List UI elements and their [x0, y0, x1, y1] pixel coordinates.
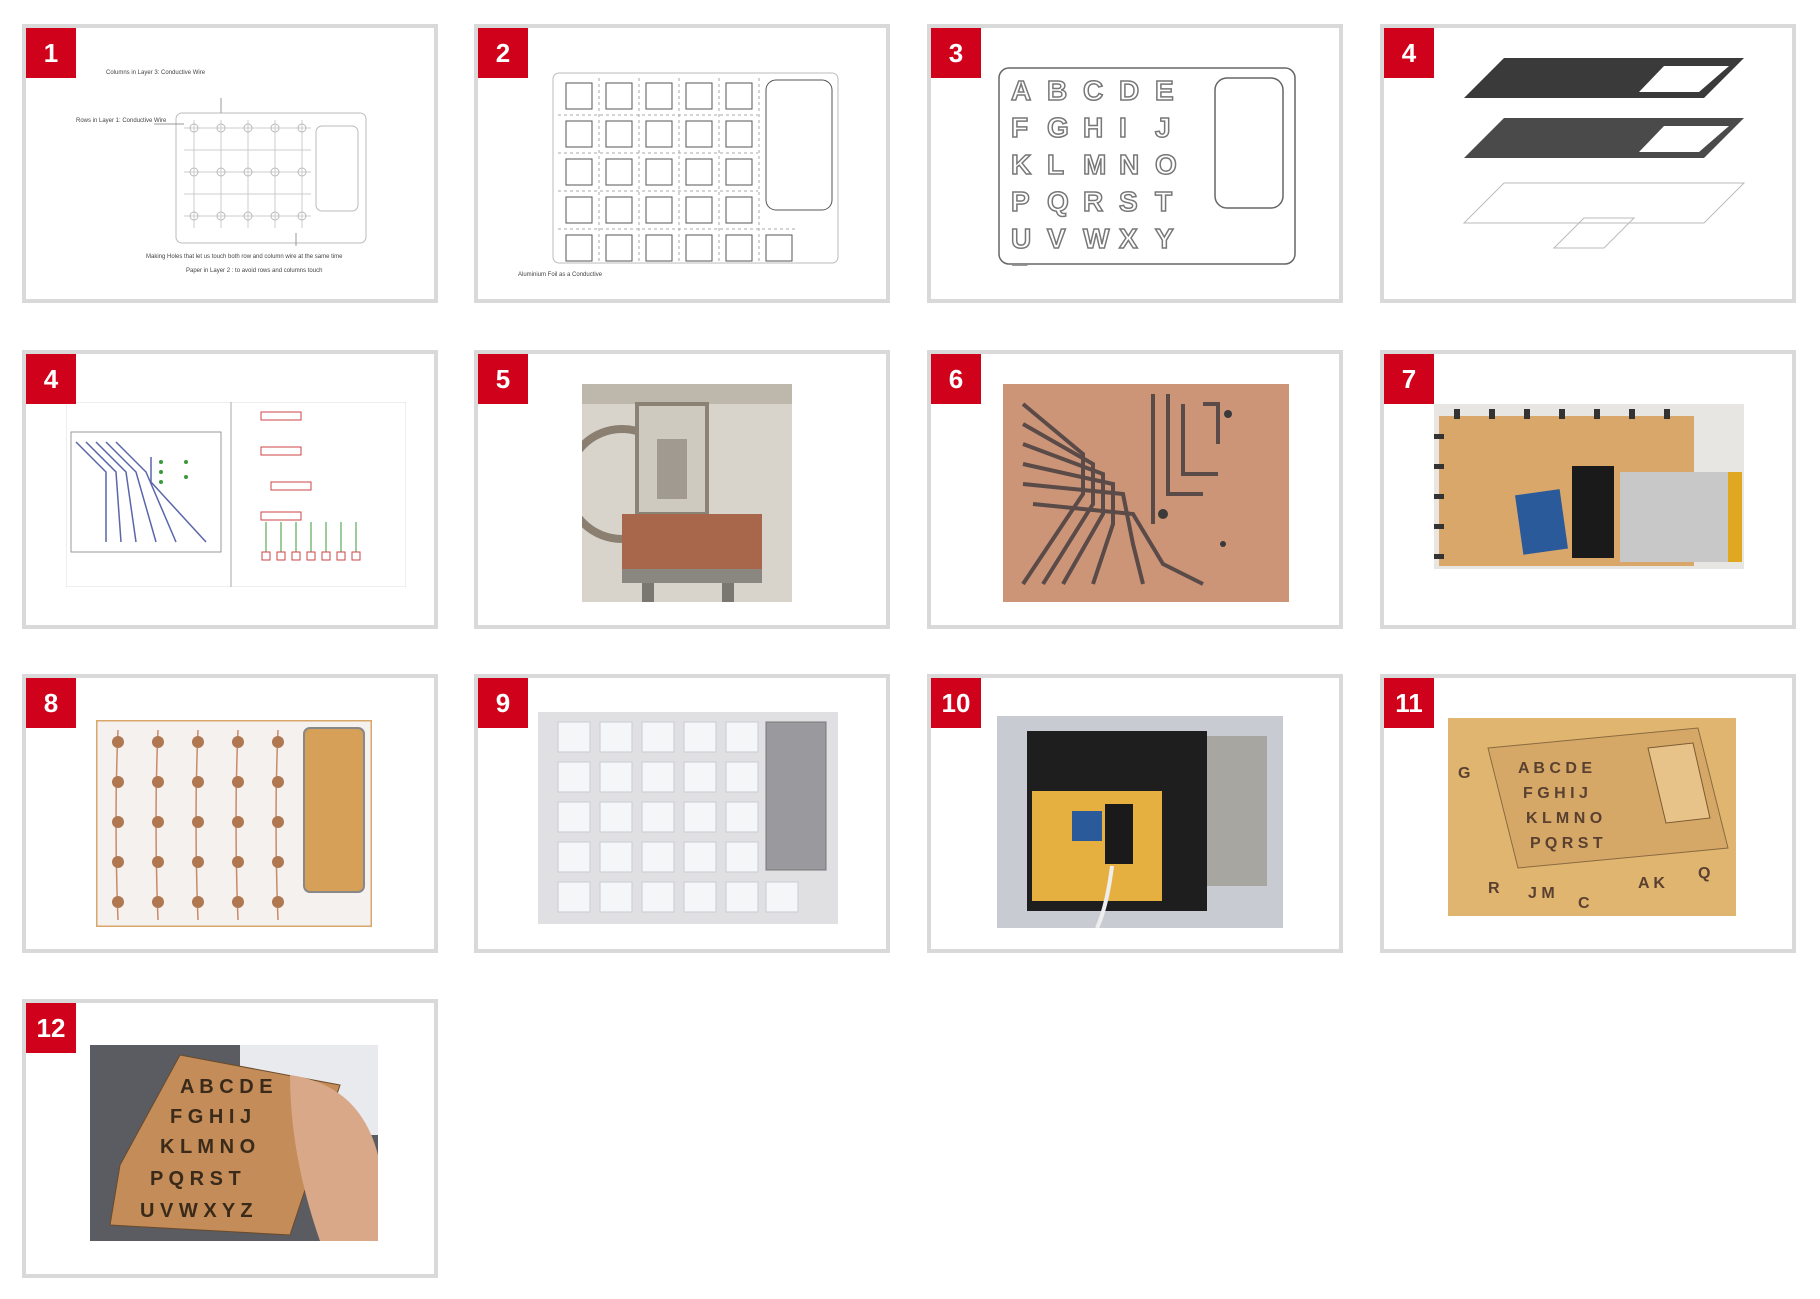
taped-assembly-photo — [997, 716, 1283, 928]
columns-annotation: Columns in Layer 3: Conductive Wire — [106, 70, 206, 76]
step-card-11[interactable]: 11 A B C D E F G H I J K L M N O P Q R S T … — [1380, 674, 1796, 953]
step-number-badge: 4 — [1384, 28, 1434, 78]
stencil-letter: H — [1083, 112, 1103, 143]
step-number-badge: 9 — [478, 678, 528, 728]
stencil-letter: R — [1083, 186, 1103, 217]
step-number-badge: 3 — [931, 28, 981, 78]
step-number-badge: 2 — [478, 28, 528, 78]
stencil-letter: P — [1011, 186, 1030, 217]
rows-annotation: Rows in Layer 1: Conductive Wire — [76, 118, 167, 124]
svg-text:Aluminium Foil as a Conductive: Aluminium Foil as a Conductive — [518, 272, 603, 278]
step-card-9[interactable]: 9 — [474, 674, 890, 953]
stencil-letter: B — [1047, 75, 1067, 106]
stencil-letter: E — [1155, 75, 1174, 106]
stencil-letter: O — [1155, 149, 1177, 180]
step-number-badge: 11 — [1384, 678, 1434, 728]
step-thumbnail-grid: 1 Columns in Layer 3: Conductive Wire Ro… — [0, 0, 1820, 1299]
stencil-letter: L — [1047, 149, 1064, 180]
step-card-7[interactable]: 7 — [1380, 350, 1796, 629]
stencil-letter: S — [1119, 186, 1138, 217]
lasercut-letters-photo: A B C D E F G H I J K L M N O P Q R S T R J … — [1448, 718, 1736, 916]
step-card-6[interactable]: 6 — [927, 350, 1343, 629]
step-card-2[interactable]: 2 Aluminium Foil as a Conductive — [474, 24, 890, 303]
paper-annotation: Paper in Layer 2 : to avoid rows and col… — [186, 268, 322, 274]
svg-text:A B C D E: A B C D E — [180, 1076, 273, 1098]
svg-text:P Q R S T: P Q R S T — [1530, 835, 1603, 852]
stencil-letter: W — [1083, 223, 1110, 254]
svg-text:G: G — [1458, 765, 1470, 782]
holes-annotation: Making Holes that let us touch both row … — [146, 254, 343, 260]
stencil-letter: Q — [1047, 186, 1069, 217]
step-card-4-exploded[interactable]: 4 — [1380, 24, 1796, 303]
letter-stencil-image: ABCDE FGHIJ KLMNO PQRST UVWXY Z — [998, 67, 1296, 266]
stencil-letter: Y — [1155, 223, 1174, 254]
stencil-letter: T — [1155, 186, 1172, 217]
svg-text:F G H I J: F G H I J — [170, 1106, 251, 1128]
step-card-5[interactable]: 5 — [474, 350, 890, 629]
stencil-letter: X — [1119, 223, 1138, 254]
step-card-1[interactable]: 1 Columns in Layer 3: Conductive Wire Ro… — [22, 24, 438, 303]
svg-text:J M: J M — [1528, 885, 1555, 902]
svg-text:C: C — [1578, 895, 1590, 912]
stencil-letter: J — [1155, 112, 1171, 143]
assembled-board-photo — [1434, 404, 1744, 569]
step-number-badge: 7 — [1384, 354, 1434, 404]
svg-text:U V W X Y Z: U V W X Y Z — [140, 1200, 253, 1222]
final-keyboard-photo: A B C D E F G H I J K L M N O P Q R S T U V … — [90, 1045, 378, 1241]
svg-text:A K: A K — [1638, 875, 1665, 892]
svg-text:Columns in Layer 3: Conductive: Columns in Layer 3: Conductive Wire — [106, 70, 206, 76]
step-number-badge: 8 — [26, 678, 76, 728]
step-number-badge: 4 — [26, 354, 76, 404]
step-card-10[interactable]: 10 — [927, 674, 1343, 953]
stencil-letter: V — [1047, 223, 1066, 254]
milled-pcb-photo — [1003, 384, 1289, 602]
pcb-schematic-image — [66, 402, 406, 587]
svg-text:F G H I J: F G H I J — [1523, 785, 1588, 802]
svg-text:Paper in Layer 2 : to avoid ro: Paper in Layer 2 : to avoid rows and col… — [186, 268, 322, 274]
stencil-letter: K — [1011, 149, 1031, 180]
step-card-3[interactable]: 3 ABCDE FGHIJ KLMNO PQRST UVWXY Z — [927, 24, 1343, 303]
step-number-badge: 5 — [478, 354, 528, 404]
foil-pads-photo — [538, 712, 838, 924]
step-card-8[interactable]: 8 — [22, 674, 438, 953]
stencil-letter: D — [1119, 75, 1139, 106]
cnc-milling-photo — [582, 384, 792, 602]
exploded-layers-image — [1462, 58, 1746, 249]
step-card-12[interactable]: 12 A B C D E F G H I J K L M N O P Q R S T U… — [22, 999, 438, 1278]
svg-text:Making Holes that let us touch: Making Holes that let us touch both row … — [146, 254, 343, 260]
stencil-letter: U — [1011, 223, 1031, 254]
svg-text:A B C D E: A B C D E — [1518, 760, 1592, 777]
svg-text:K L M N O: K L M N O — [160, 1136, 255, 1158]
step-number-badge: 12 — [26, 1003, 76, 1053]
stencil-letter: I — [1119, 112, 1127, 143]
svg-text:P Q R S T: P Q R S T — [150, 1168, 241, 1190]
foil-pad-diagram-image — [552, 72, 839, 264]
stencil-letter: M — [1083, 149, 1106, 180]
stencil-letter: F — [1011, 112, 1028, 143]
stencil-letter: G — [1047, 112, 1069, 143]
step-number-badge: 1 — [26, 28, 76, 78]
stitched-layer-photo — [96, 720, 372, 927]
stencil-letter: N — [1119, 149, 1139, 180]
svg-text:K L M N O: K L M N O — [1526, 810, 1602, 827]
step-number-badge: 10 — [931, 678, 981, 728]
svg-text:R: R — [1488, 880, 1500, 897]
layer-diagram-image — [154, 98, 367, 246]
stencil-letter: C — [1083, 75, 1103, 106]
stencil-letter: A — [1011, 75, 1031, 106]
svg-text:Q: Q — [1698, 865, 1710, 882]
stencil-letter: Z — [1011, 260, 1028, 266]
step-number-badge: 6 — [931, 354, 981, 404]
step-card-4-schematic[interactable]: 4 — [22, 350, 438, 629]
svg-text:Rows in Layer 1: Conductive Wi: Rows in Layer 1: Conductive Wire — [76, 118, 167, 124]
foil-annotation: Aluminium Foil as a Conductive — [518, 272, 603, 278]
